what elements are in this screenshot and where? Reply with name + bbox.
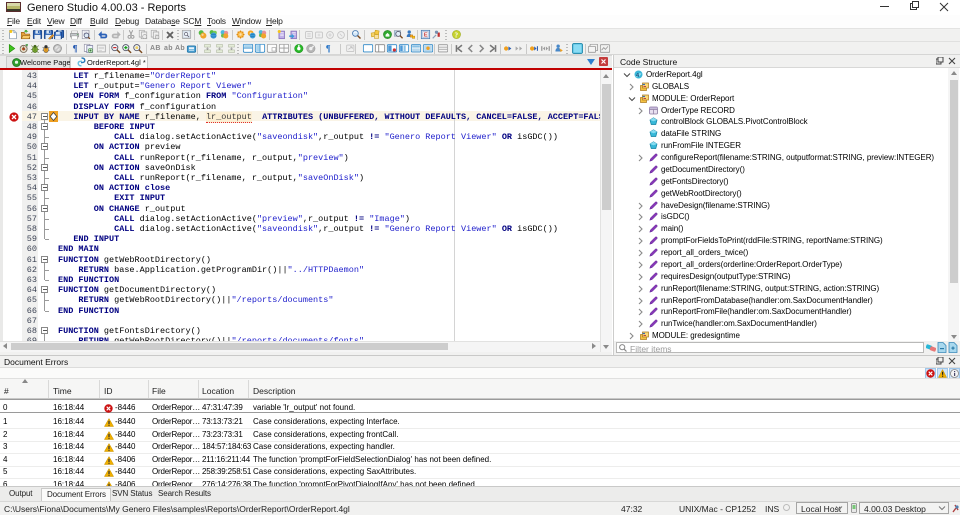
svg-text:¶: ¶ (326, 43, 331, 53)
svg-text:?: ? (455, 31, 459, 39)
svg-text:E: E (424, 33, 428, 39)
svg-text:¶: ¶ (73, 43, 78, 53)
